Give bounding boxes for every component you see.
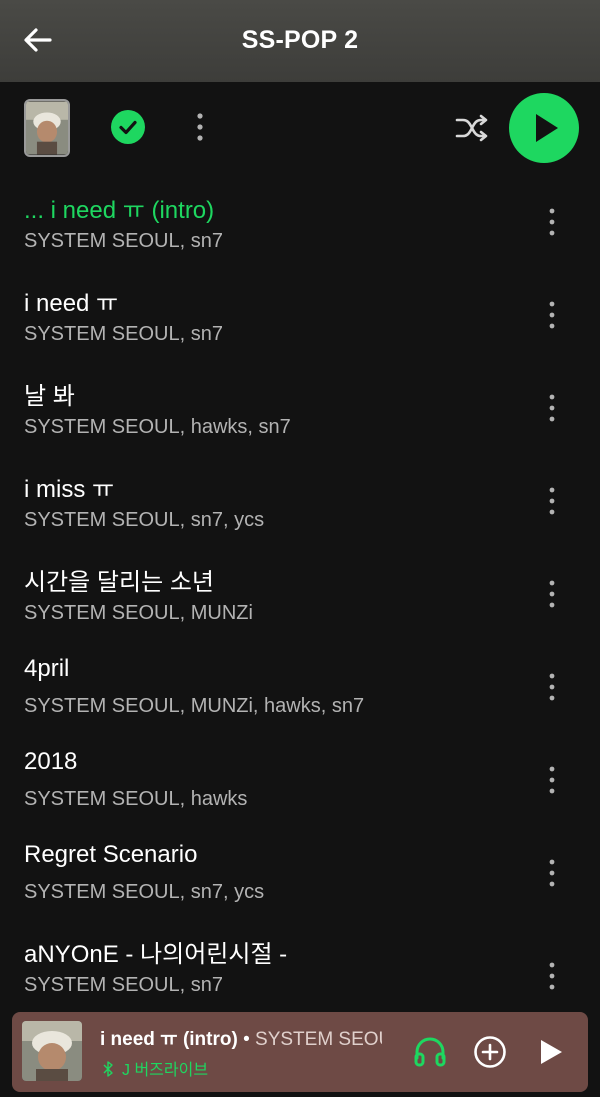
more-options-icon[interactable] bbox=[540, 762, 564, 798]
connected-device[interactable]: J 버즈라이브 bbox=[102, 1056, 208, 1080]
track-title: 날 봐 bbox=[24, 383, 75, 410]
track-artists: SYSTEM SEOUL, sn7, ycs bbox=[24, 509, 265, 531]
bluetooth-icon bbox=[102, 1061, 114, 1077]
track-row[interactable]: aNYOnE - 나의어린시절 - SYSTEM SEOUL, sn7 bbox=[0, 922, 600, 1015]
track-artists: SYSTEM SEOUL, hawks, sn7 bbox=[24, 416, 291, 438]
track-title: 4pril bbox=[24, 655, 70, 682]
more-options-icon[interactable] bbox=[540, 204, 564, 240]
more-options-icon[interactable] bbox=[540, 855, 564, 891]
now-playing-artwork[interactable] bbox=[22, 1021, 82, 1081]
page-title: SS-POP 2 bbox=[241, 26, 359, 54]
more-options-icon[interactable] bbox=[540, 390, 564, 426]
track-row[interactable]: i need ㅠ SYSTEM SEOUL, sn7 bbox=[0, 271, 600, 364]
track-row[interactable]: i miss ㅠ SYSTEM SEOUL, sn7, ycs bbox=[0, 457, 600, 550]
mini-player[interactable]: i need ㅠ (intro) • SYSTEM SEOUL, sn7 J 버… bbox=[12, 1012, 588, 1092]
play-button[interactable] bbox=[509, 93, 579, 163]
more-options-icon[interactable] bbox=[540, 669, 564, 705]
track-artists: SYSTEM SEOUL, sn7 bbox=[24, 974, 223, 996]
track-artists: SYSTEM SEOUL, sn7, ycs bbox=[24, 881, 265, 903]
track-artists: SYSTEM SEOUL, hawks bbox=[24, 788, 248, 810]
track-artists: SYSTEM SEOUL, MUNZi bbox=[24, 602, 253, 624]
play-icon[interactable] bbox=[532, 1034, 568, 1070]
track-title: i miss ㅠ bbox=[24, 476, 115, 503]
separator: • bbox=[237, 1029, 256, 1050]
shuffle-icon[interactable] bbox=[451, 108, 491, 148]
now-playing-artist: SYSTEM SEOUL, sn7 bbox=[255, 1029, 382, 1050]
track-artists: SYSTEM SEOUL, sn7 bbox=[24, 323, 223, 345]
track-title: ... i need ㅠ (intro) bbox=[24, 197, 215, 224]
album-cover-thumbnail[interactable] bbox=[24, 99, 70, 157]
track-row[interactable]: 4pril SYSTEM SEOUL, MUNZi, hawks, sn7 bbox=[0, 643, 600, 736]
track-row[interactable]: 2018 SYSTEM SEOUL, hawks bbox=[0, 736, 600, 829]
more-options-icon[interactable] bbox=[540, 483, 564, 519]
track-row[interactable]: 날 봐 SYSTEM SEOUL, hawks, sn7 bbox=[0, 364, 600, 457]
track-title: aNYOnE - 나의어린시절 - bbox=[24, 941, 288, 968]
playlist-actions bbox=[0, 82, 600, 178]
more-options-icon[interactable] bbox=[186, 108, 214, 146]
track-title: Regret Scenario bbox=[24, 841, 198, 868]
track-title: 2018 bbox=[24, 748, 78, 775]
now-playing-title: i need ㅠ (intro) bbox=[100, 1029, 238, 1050]
more-options-icon[interactable] bbox=[540, 576, 564, 612]
track-title: 시간을 달리는 소년 bbox=[24, 569, 214, 596]
playlist-screen: SS-POP 2 ... i need ㅠ (intro) SYSTEM SEO… bbox=[0, 0, 600, 1097]
track-row[interactable]: Regret Scenario SYSTEM SEOUL, sn7, ycs bbox=[0, 829, 600, 922]
now-playing-text: i need ㅠ (intro) • SYSTEM SEOUL, sn7 bbox=[100, 1024, 382, 1051]
track-artists: SYSTEM SEOUL, MUNZi, hawks, sn7 bbox=[24, 695, 365, 717]
plus-circle-icon[interactable] bbox=[472, 1034, 508, 1070]
device-name: J 버즈라이브 bbox=[122, 1062, 209, 1079]
headphones-icon[interactable] bbox=[412, 1034, 448, 1070]
track-row[interactable]: 시간을 달리는 소년 SYSTEM SEOUL, MUNZi bbox=[0, 550, 600, 643]
track-title: i need ㅠ bbox=[24, 290, 119, 317]
top-bar: SS-POP 2 bbox=[0, 0, 600, 82]
track-artists: SYSTEM SEOUL, sn7 bbox=[24, 230, 223, 252]
check-circle-icon[interactable] bbox=[111, 110, 145, 144]
track-row[interactable]: ... i need ㅠ (intro) SYSTEM SEOUL, sn7 bbox=[0, 178, 600, 271]
more-options-icon[interactable] bbox=[540, 958, 564, 994]
more-options-icon[interactable] bbox=[540, 297, 564, 333]
